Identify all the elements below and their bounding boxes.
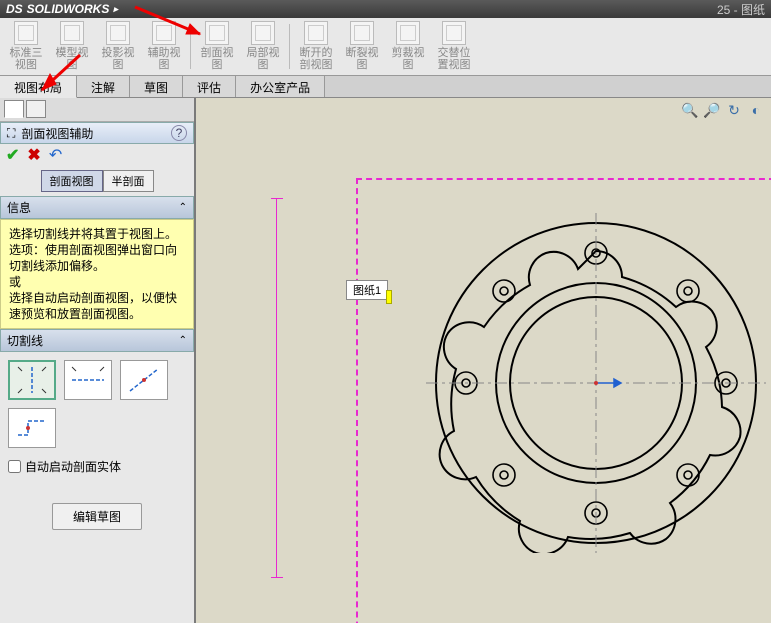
info-header[interactable]: 信息 ⌃ (0, 196, 194, 219)
work-area: ⛶ 剖面视图辅助 ? ✔ ✖ ↶ 剖面视图 半剖面 信息 ⌃ 选择切割线并将其置… (0, 98, 771, 623)
detail-view-icon (251, 21, 275, 45)
annotation-arrow-2 (30, 50, 90, 100)
cutline-options (8, 360, 186, 448)
command-tabs: 视图布局 注解 草图 评估 办公室产品 (0, 76, 771, 98)
pm-title: 剖面视图辅助 (21, 125, 93, 142)
tab-evaluate[interactable]: 评估 (183, 76, 236, 97)
tab-half-section[interactable]: 半剖面 (103, 170, 154, 192)
collapse-icon: ⌃ (179, 202, 187, 213)
alternate-position-icon (442, 21, 466, 45)
ribbon-alternate-position[interactable]: 交替位置视图 (432, 20, 476, 72)
auto-start-label: 自动启动剖面实体 (25, 458, 121, 475)
pm-controls: ✔ ✖ ↶ (0, 144, 194, 166)
cutline-title: 切割线 (7, 332, 43, 349)
panel-tab-feature[interactable] (4, 100, 24, 118)
app-logo: DS SOLIDWORKS ▸ (6, 2, 118, 16)
help-icon[interactable]: ? (171, 125, 187, 141)
text-cursor (386, 290, 392, 304)
info-title: 信息 (7, 199, 31, 216)
tab-office[interactable]: 办公室产品 (236, 76, 325, 97)
auto-start-checkbox[interactable]: 自动启动剖面实体 (8, 456, 186, 477)
document-name: 25 - 图纸 (717, 1, 765, 18)
annotation-arrow-1 (130, 2, 220, 42)
zoom-area-icon[interactable]: 🔎 (703, 102, 721, 120)
projected-view-icon (106, 21, 130, 45)
cutline-body: 自动启动剖面实体 (0, 352, 194, 485)
ribbon-separator (289, 24, 290, 69)
logo-mark: DS (6, 2, 23, 16)
flange-drawing (426, 213, 766, 553)
dimension-line (276, 198, 277, 578)
tab-section-view[interactable]: 剖面视图 (41, 170, 103, 192)
drawing-canvas[interactable]: 🔍 🔎 ↻ ◐ 图纸1 (196, 98, 771, 623)
section-type-tabs: 剖面视图 半剖面 (0, 166, 194, 196)
dropdown-icon[interactable]: ▸ (113, 4, 118, 15)
rotate-icon[interactable]: ↻ (725, 102, 743, 120)
view-tools: 🔍 🔎 ↻ ◐ (681, 102, 765, 120)
pm-header: ⛶ 剖面视图辅助 ? (0, 122, 194, 144)
info-message: 选择切割线并将其置于视图上。 选项：使用剖面视图弹出窗口向切割线添加偏移。 或 … (0, 219, 194, 329)
ribbon-detail-view[interactable]: 局部视图 (241, 20, 285, 72)
panel-tab-other[interactable] (26, 100, 46, 118)
ribbon-broken-section[interactable]: 断开的剖视图 (294, 20, 338, 72)
broken-section-icon (304, 21, 328, 45)
collapse-icon: ⌃ (179, 335, 187, 346)
cutline-vertical[interactable] (8, 360, 56, 400)
ribbon-toolbar: 标准三视图 模型视图 投影视图 辅助视图 剖面视图 局部视图 断开的剖视图 断裂… (0, 18, 771, 76)
property-manager: ⛶ 剖面视图辅助 ? ✔ ✖ ↶ 剖面视图 半剖面 信息 ⌃ 选择切割线并将其置… (0, 98, 196, 623)
title-bar: DS SOLIDWORKS ▸ 25 - 图纸 (0, 0, 771, 18)
auto-start-input[interactable] (8, 460, 21, 473)
zoom-fit-icon[interactable]: 🔍 (681, 102, 699, 120)
standard-3view-icon (14, 21, 38, 45)
brand-text: SOLIDWORKS (27, 2, 110, 16)
model-view-icon (60, 21, 84, 45)
sheet-label: 图纸1 (346, 280, 388, 300)
edit-sketch-button[interactable]: 编辑草图 (52, 503, 142, 530)
display-icon[interactable]: ◐ (747, 102, 765, 120)
break-view-icon (350, 21, 374, 45)
cancel-button[interactable]: ✖ (27, 145, 40, 165)
tab-sketch[interactable]: 草图 (130, 76, 183, 97)
cutline-offset[interactable] (8, 408, 56, 448)
cutline-horizontal[interactable] (64, 360, 112, 400)
ribbon-break-view[interactable]: 断裂视图 (340, 20, 384, 72)
undo-button[interactable]: ↶ (49, 145, 62, 165)
crop-view-icon (396, 21, 420, 45)
section-view-assist-icon: ⛶ (7, 126, 15, 141)
ribbon-crop-view[interactable]: 剪裁视图 (386, 20, 430, 72)
cutline-aligned[interactable] (120, 360, 168, 400)
ok-button[interactable]: ✔ (6, 145, 19, 165)
panel-tabs (0, 98, 194, 122)
cutline-header[interactable]: 切割线 ⌃ (0, 329, 194, 352)
